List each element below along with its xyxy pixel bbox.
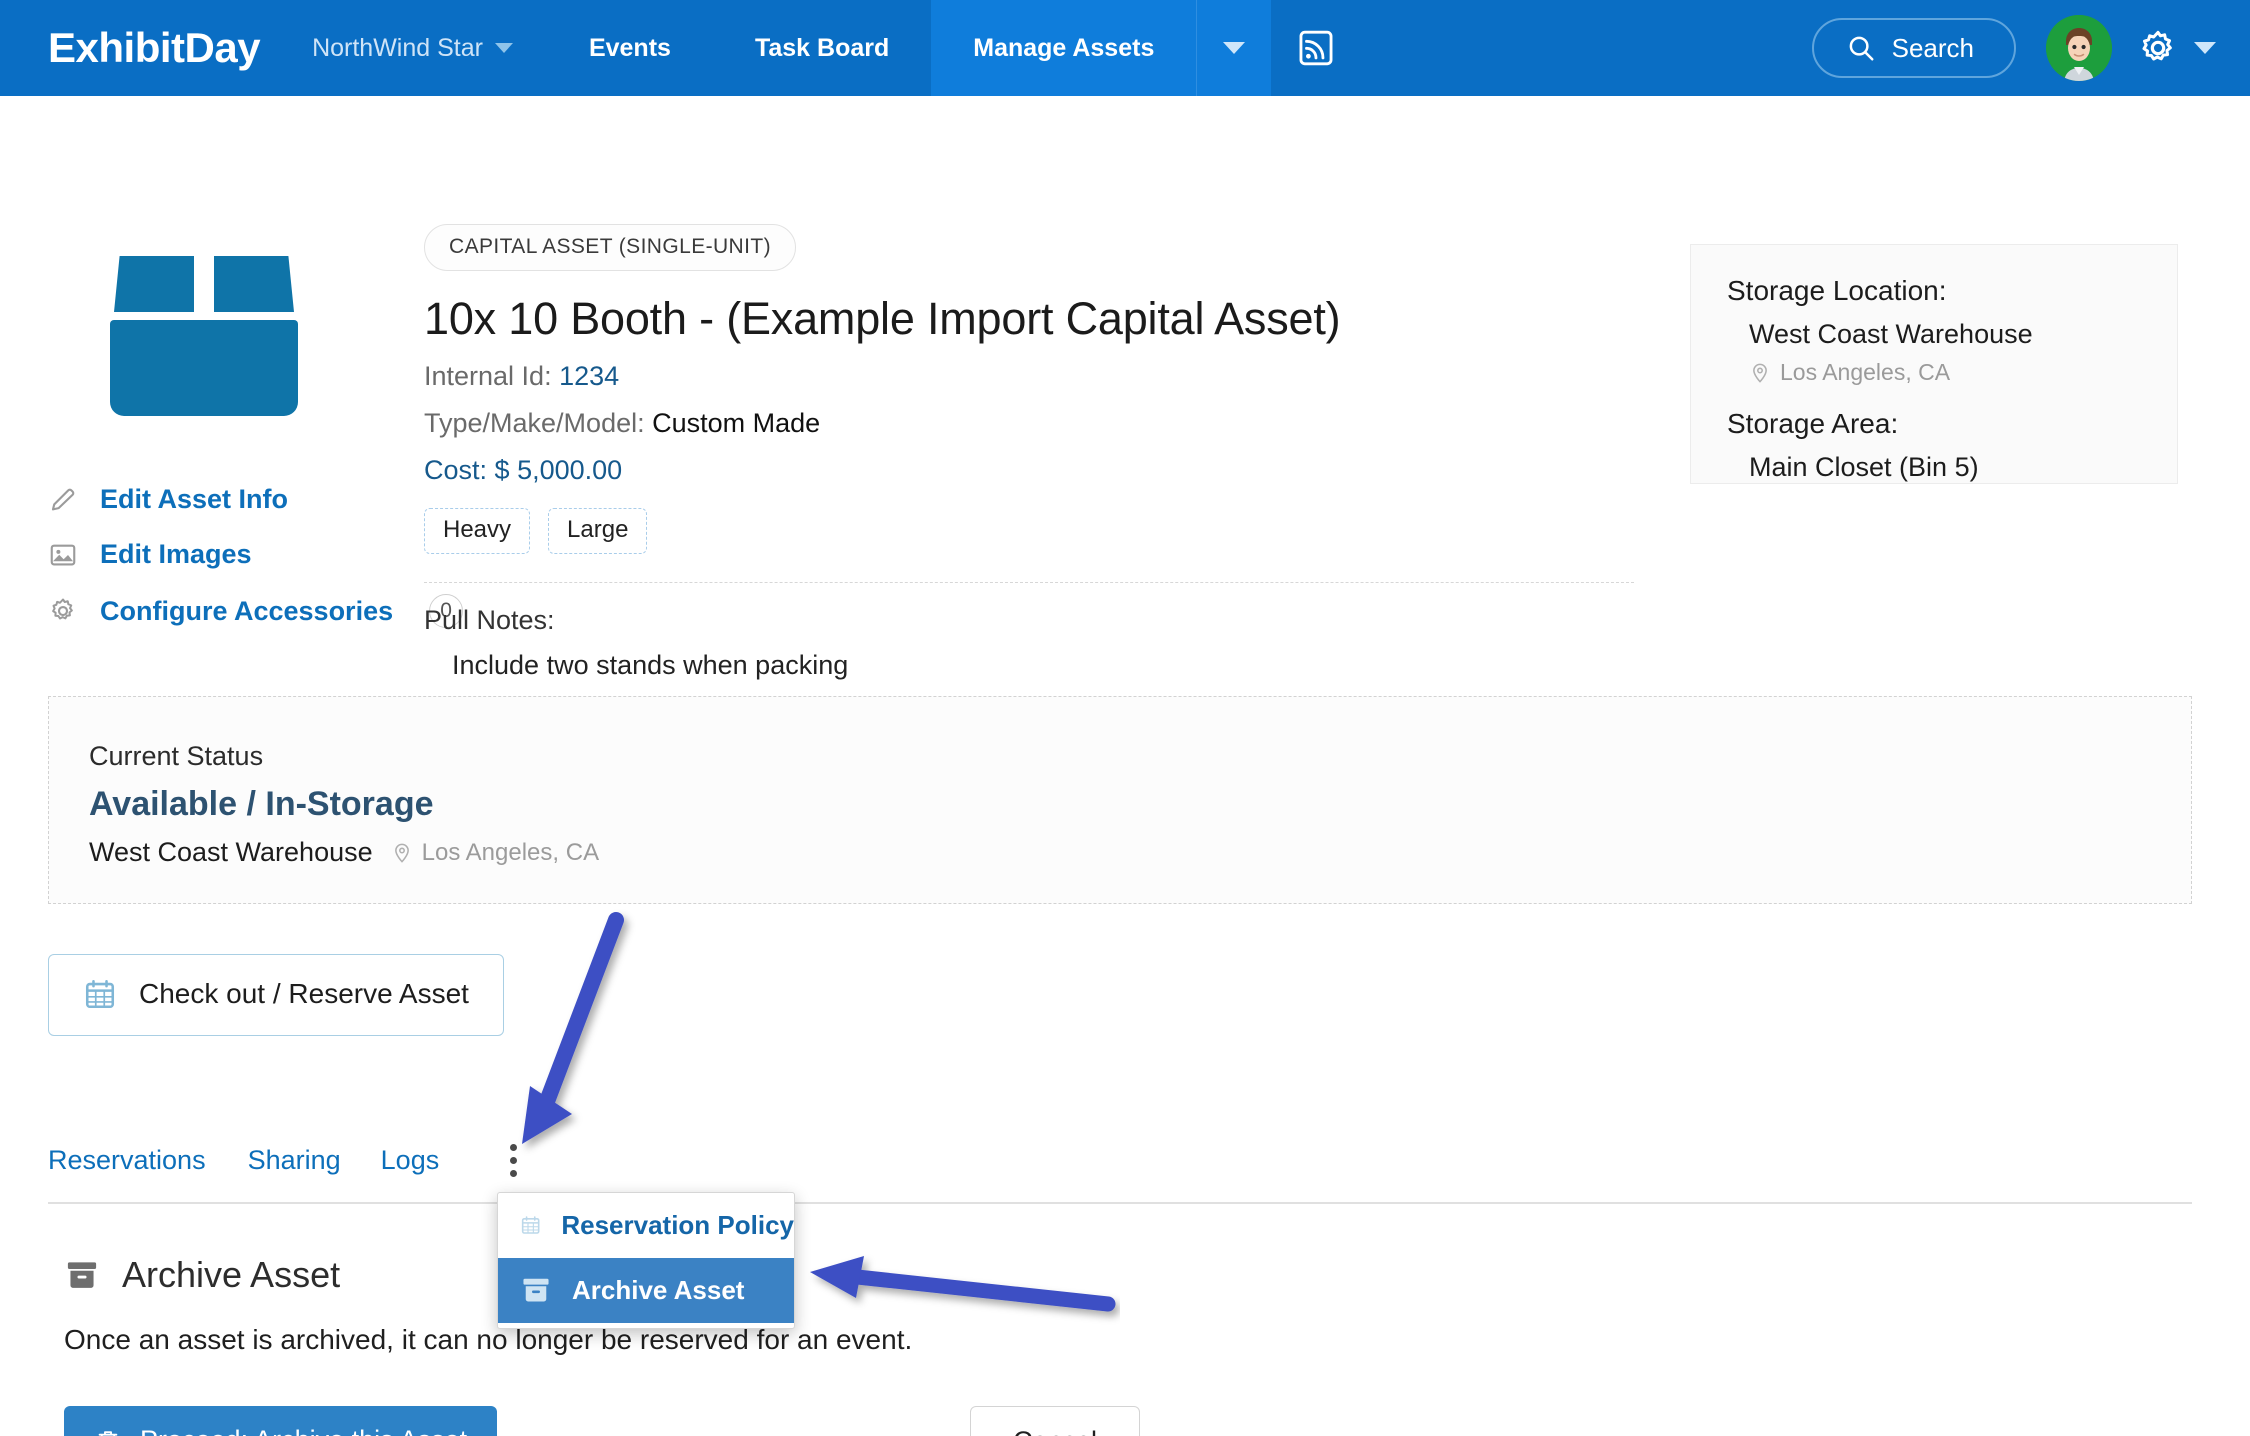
arrow-to-kebab <box>522 912 624 1144</box>
current-status-panel: Current Status Available / In-Storage We… <box>48 696 2192 904</box>
asset-info-panel: CAPITAL ASSET (SINGLE-UNIT) 10x 10 Booth… <box>424 224 1634 681</box>
rss-icon <box>1299 30 1333 66</box>
asset-cost-row: Cost: $ 5,000.00 <box>424 455 1634 486</box>
menu-item-archive-asset[interactable]: Archive Asset <box>498 1258 794 1323</box>
menu-item-reservation-policy[interactable]: Reservation Policy <box>498 1193 794 1258</box>
nav-manage-assets-dropdown-toggle[interactable] <box>1196 0 1272 96</box>
tab-divider <box>48 1202 2192 1204</box>
asset-tabs: Reservations Sharing Logs <box>48 1138 533 1182</box>
gear-icon <box>52 598 73 620</box>
asset-internal-id-row: Internal Id: 1234 <box>424 361 1634 392</box>
kebab-dot <box>509 1156 517 1164</box>
storage-location-city-row: Los Angeles, CA <box>1749 359 2177 386</box>
archive-asset-heading-label: Archive Asset <box>122 1254 341 1295</box>
asset-side-links: Edit Asset Info Edit Images Configure Ac… <box>48 484 464 652</box>
nav-item-task-board[interactable]: Task Board <box>713 0 931 96</box>
asset-tag[interactable]: Large <box>548 508 648 554</box>
calendar-icon <box>85 979 115 1009</box>
sidebar-item-configure-accessories[interactable]: Configure Accessories 0 <box>48 594 464 628</box>
kebab-dot <box>509 1143 517 1151</box>
brand-logo[interactable]: ExhibitDay <box>0 0 261 96</box>
pull-notes-section: Pull Notes: Include two stands when pack… <box>424 605 1634 681</box>
settings-menu[interactable] <box>2138 28 2216 68</box>
search-button[interactable]: Search <box>1811 18 2016 78</box>
calendar-icon <box>521 1216 540 1234</box>
check-out-label: Check out / Reserve Asset <box>139 978 469 1009</box>
menu-item-label: Archive Asset <box>572 1274 745 1305</box>
chevron-down-icon <box>2194 42 2216 54</box>
kebab-dot <box>509 1169 517 1177</box>
box-lid-left <box>114 256 194 312</box>
trash-icon <box>98 1430 118 1436</box>
storage-location-label: Storage Location: <box>1727 275 1947 306</box>
storage-area-label: Storage Area: <box>1727 408 1899 439</box>
asset-type-row: Type/Make/Model: Custom Made <box>424 408 1634 439</box>
storage-area-value: Main Closet (Bin 5) <box>1749 452 1979 482</box>
box-body <box>110 320 298 416</box>
current-status-location-row: West Coast Warehouse Los Angeles, CA <box>89 837 599 868</box>
cost-value: $ 5,000.00 <box>494 455 623 485</box>
current-status-city: Los Angeles, CA <box>421 838 600 866</box>
search-icon <box>1849 36 1874 61</box>
box-lid-right <box>214 256 294 312</box>
menu-item-label: Reservation Policy <box>561 1209 794 1240</box>
type-label: Type/Make/Model: <box>424 408 645 438</box>
internal-id-value: 1234 <box>559 361 620 391</box>
kebab-menu-icon[interactable] <box>493 1138 533 1182</box>
pull-notes-label: Pull Notes: <box>424 605 555 635</box>
search-label: Search <box>1891 32 1974 63</box>
current-status-value: Available / In-Storage <box>89 785 434 823</box>
current-status-location: West Coast Warehouse <box>89 837 373 867</box>
chevron-down-icon <box>494 43 513 53</box>
sidebar-item-label: Edit Asset Info <box>100 484 289 514</box>
archive-box-icon <box>523 1278 549 1302</box>
sidebar-item-edit-images[interactable]: Edit Images <box>48 539 463 570</box>
open-box-icon <box>110 256 298 416</box>
pull-notes-value: Include two stands when packing <box>452 650 849 680</box>
pencil-icon <box>51 488 75 510</box>
cancel-button[interactable]: Cancel <box>970 1406 1141 1436</box>
nav-item-manage-assets[interactable]: Manage Assets <box>931 0 1197 96</box>
user-avatar-image <box>2046 15 2112 81</box>
asset-options-dropdown-menu: Reservation Policy Archive Asset <box>497 1192 795 1329</box>
tab-sharing[interactable]: Sharing <box>248 1145 381 1176</box>
asset-type-badge: CAPITAL ASSET (SINGLE-UNIT) <box>424 224 796 271</box>
storage-location-card: Storage Location: West Coast Warehouse L… <box>1690 244 2178 484</box>
proceed-archive-label: Proceed: Archive this Asset <box>140 1425 467 1436</box>
page-title: 10x 10 Booth - (Example Import Capital A… <box>424 293 1341 344</box>
nav-item-events[interactable]: Events <box>547 0 713 96</box>
cost-label: Cost: <box>424 455 488 485</box>
sidebar-item-label: Configure Accessories <box>100 595 394 626</box>
asset-tags: Heavy Large <box>424 508 1634 554</box>
sidebar-item-edit-asset-info[interactable]: Edit Asset Info <box>48 484 463 515</box>
rss-feed-button[interactable] <box>1271 0 1361 96</box>
tab-reservations[interactable]: Reservations <box>48 1145 248 1176</box>
asset-tag[interactable]: Heavy <box>424 508 531 554</box>
storage-location-city: Los Angeles, CA <box>1780 359 1951 385</box>
archive-box-icon <box>67 1262 97 1288</box>
current-status-city-row: Los Angeles, CA <box>391 839 599 867</box>
current-status-label: Current Status <box>89 741 264 771</box>
map-pin-icon <box>1753 363 1767 383</box>
internal-id-label: Internal Id: <box>424 361 552 391</box>
org-switcher[interactable]: NorthWind Star <box>260 0 547 96</box>
avatar[interactable] <box>2046 15 2112 81</box>
sidebar-item-label: Edit Images <box>100 539 252 569</box>
image-icon <box>50 544 76 565</box>
storage-location-value: West Coast Warehouse <box>1749 319 2033 349</box>
proceed-archive-button[interactable]: Proceed: Archive this Asset <box>64 1406 498 1436</box>
tab-logs[interactable]: Logs <box>381 1145 480 1176</box>
gear-icon <box>2142 30 2172 61</box>
org-name: NorthWind Star <box>312 33 483 62</box>
type-value: Custom Made <box>652 408 821 438</box>
check-out-reserve-asset-button[interactable]: Check out / Reserve Asset <box>48 954 504 1036</box>
divider <box>424 582 1634 583</box>
chevron-down-icon <box>1223 42 1246 54</box>
map-pin-icon <box>394 843 409 863</box>
archive-asset-heading: Archive Asset <box>64 1254 340 1296</box>
top-navigation-bar: ExhibitDay NorthWind Star Events Task Bo… <box>0 0 2250 96</box>
